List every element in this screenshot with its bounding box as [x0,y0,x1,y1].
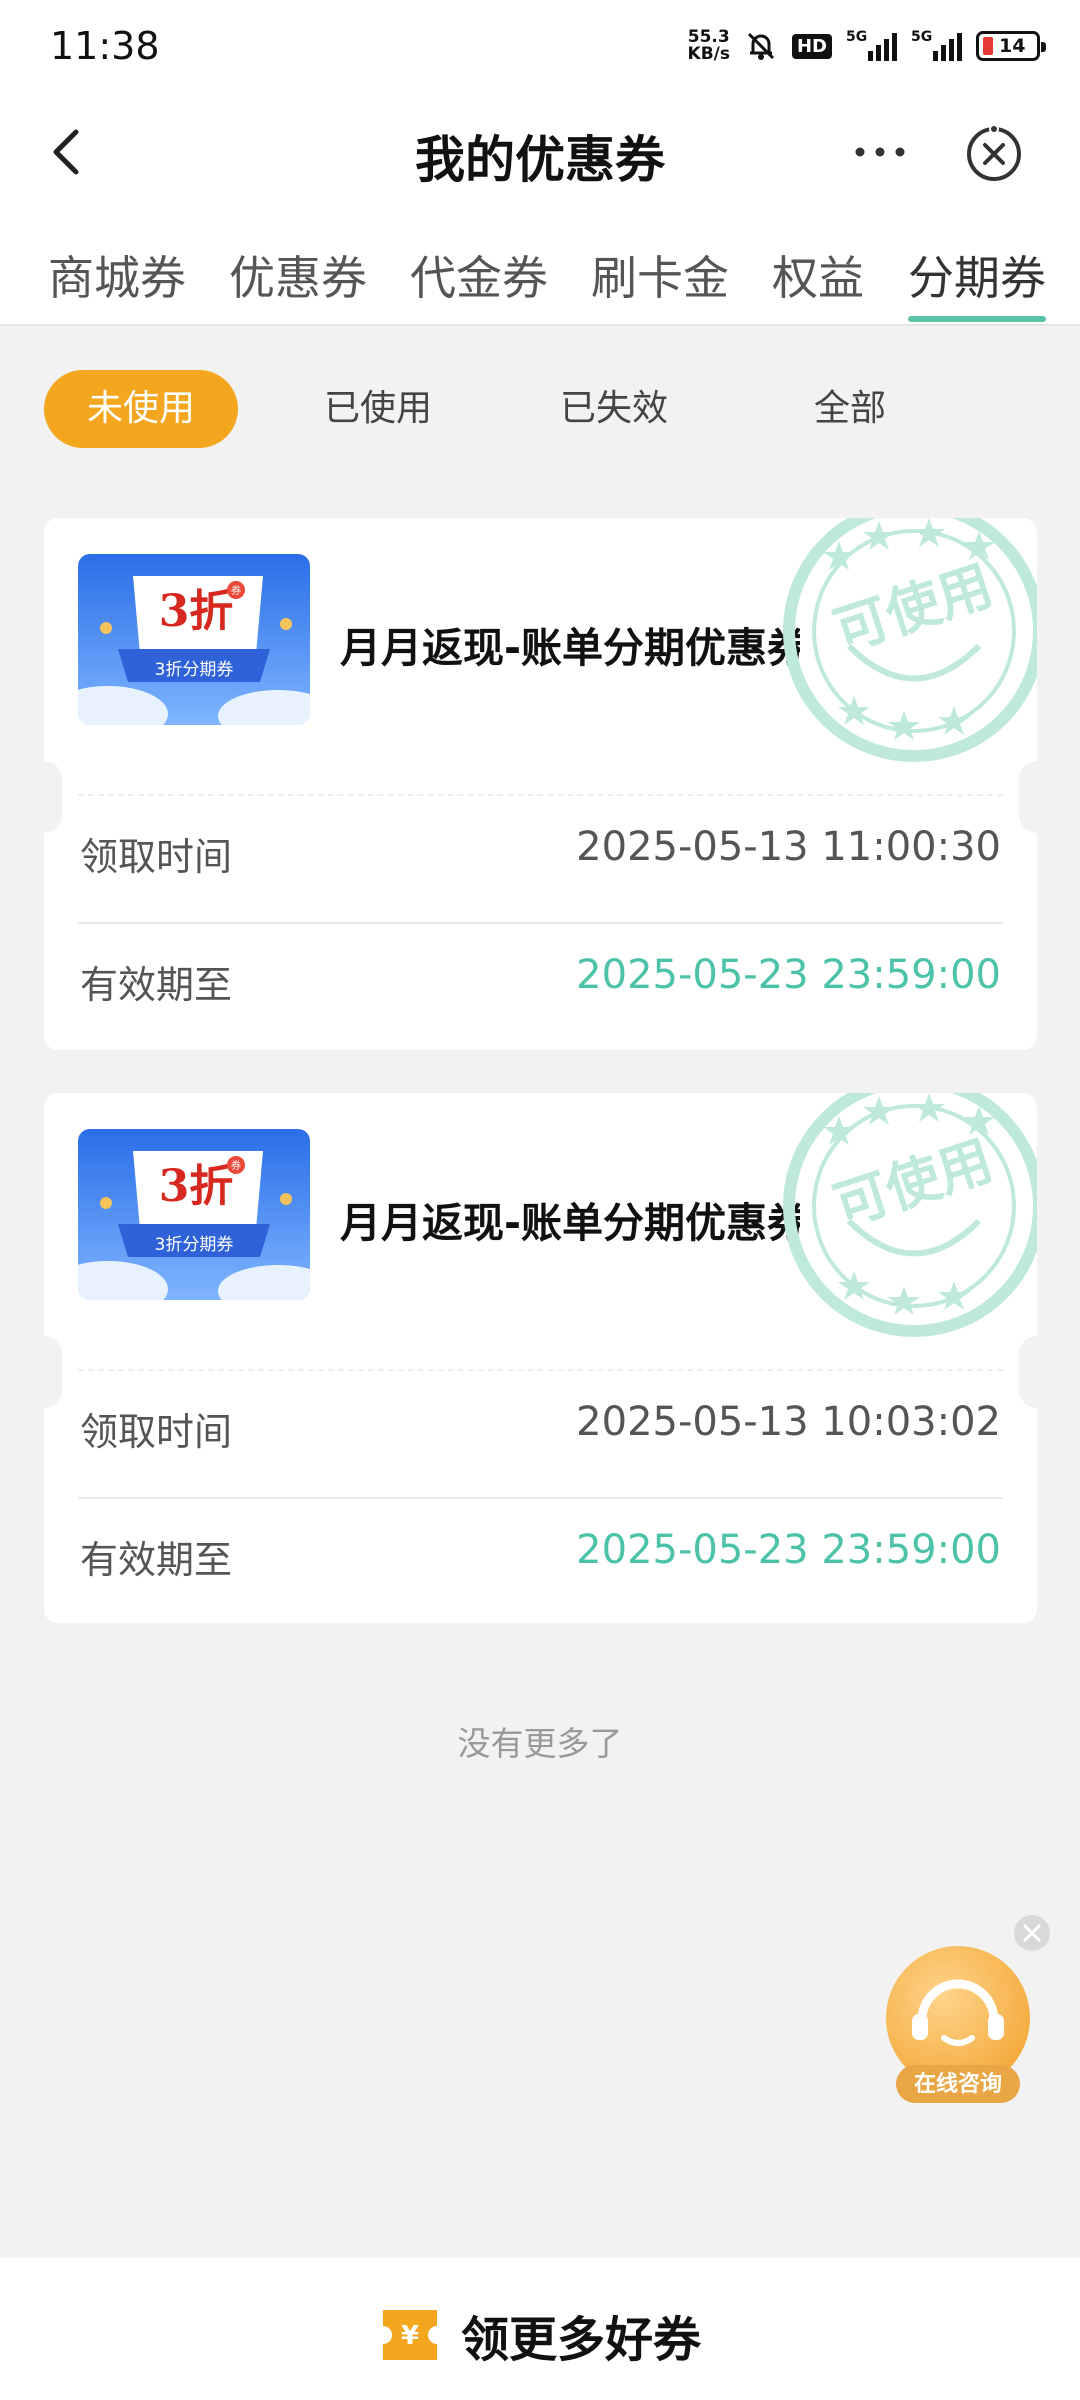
tab-card-bonus[interactable]: 刷卡金 [591,242,729,308]
filter-expired[interactable]: 已失效 [517,370,711,448]
received-time-value: 2025-05-13 11:00:30 [576,824,1001,870]
coupon-thumbnail: 3折 券 3折分期券 [78,554,310,725]
more-dots-icon[interactable] [845,122,915,182]
coupon-thumbnail: 3折 券 3折分期券 [78,1129,310,1300]
filter-used[interactable]: 已使用 [281,370,475,448]
coupon-card[interactable]: 3折 券 3折分期券 月月返现-账单分期优惠券 可使用 领取时间 2025-05… [44,518,1037,1050]
tab-voucher[interactable]: 代金券 [410,242,548,308]
expiry-value: 2025-05-23 23:59:00 [576,1527,1001,1573]
received-time-label: 领取时间 [80,835,233,879]
svg-text:3折分期券: 3折分期券 [155,1235,234,1255]
mute-bell-icon [747,32,775,60]
list-end-text: 没有更多了 [457,1724,623,1763]
filter-all[interactable]: 全部 [753,370,947,448]
tab-installment-coupon[interactable]: 分期券 [908,242,1046,308]
received-time-label: 领取时间 [80,1410,233,1454]
status-bar: 11:38 55.3 KB/s HD 5G 5G 14 [0,0,1080,92]
page-title: 我的优惠券 [415,131,665,189]
svg-text:在线咨询: 在线咨询 [914,2071,1002,2097]
svg-text:券: 券 [231,584,241,597]
coupon-type-tabs: 商城券 优惠券 代金券 刷卡金 权益 分期券 [0,222,1080,326]
get-more-coupons-button[interactable]: ¥ 领更多好券 [0,2300,1080,2370]
status-time: 11:38 [50,24,160,68]
tab-mall-coupon[interactable]: 商城券 [48,242,186,308]
battery-icon: 14 [976,31,1046,61]
available-stamp: 可使用 [783,1093,1037,1337]
close-miniapp-icon[interactable] [962,122,1026,186]
status-icons: 55.3 KB/s HD 5G 5G 14 [687,26,1046,66]
expiry-label: 有效期至 [80,1538,233,1582]
active-tab-indicator [908,316,1046,322]
online-consult-button[interactable]: 在线咨询 [880,1940,1040,2110]
signal-2-icon: 5G [911,29,962,61]
coupon-card[interactable]: 3折 券 3折分期券 月月返现-账单分期优惠券 可使用 领取时间 2025-05… [44,1093,1037,1623]
status-filters: 未使用 已使用 已失效 全部 [0,370,1080,450]
expiry-label: 有效期至 [80,963,233,1007]
filter-unused[interactable]: 未使用 [44,370,238,448]
tab-benefits[interactable]: 权益 [772,242,864,308]
signal-1-icon: 5G [846,29,897,61]
svg-text:¥: ¥ [401,2321,419,2351]
svg-text:3折: 3折 [159,1161,234,1212]
coupon-name: 月月返现-账单分期优惠券 [340,624,800,672]
coupon-name: 月月返现-账单分期优惠券 [340,1199,800,1247]
svg-text:券: 券 [231,1159,241,1172]
header-area: 11:38 55.3 KB/s HD 5G 5G 14 我的优惠券 商城券 优惠… [0,0,1080,448]
get-more-coupons-label: 领更多好券 [460,2312,701,2368]
tab-discount-coupon[interactable]: 优惠券 [229,242,367,308]
expiry-value: 2025-05-23 23:59:00 [576,952,1001,998]
net-speed: 55.3 KB/s [687,27,730,64]
coupon-yen-icon: ¥ [382,2310,437,2360]
available-stamp: 可使用 [783,518,1037,762]
svg-text:3折分期券: 3折分期券 [155,660,234,680]
nav-bar: 我的优惠券 [0,92,1080,212]
bottom-bar: ¥ 领更多好券 [0,2258,1080,2400]
hd-voice-icon: HD [791,33,832,59]
received-time-value: 2025-05-13 10:03:02 [576,1399,1001,1445]
svg-text:3折: 3折 [159,586,234,637]
